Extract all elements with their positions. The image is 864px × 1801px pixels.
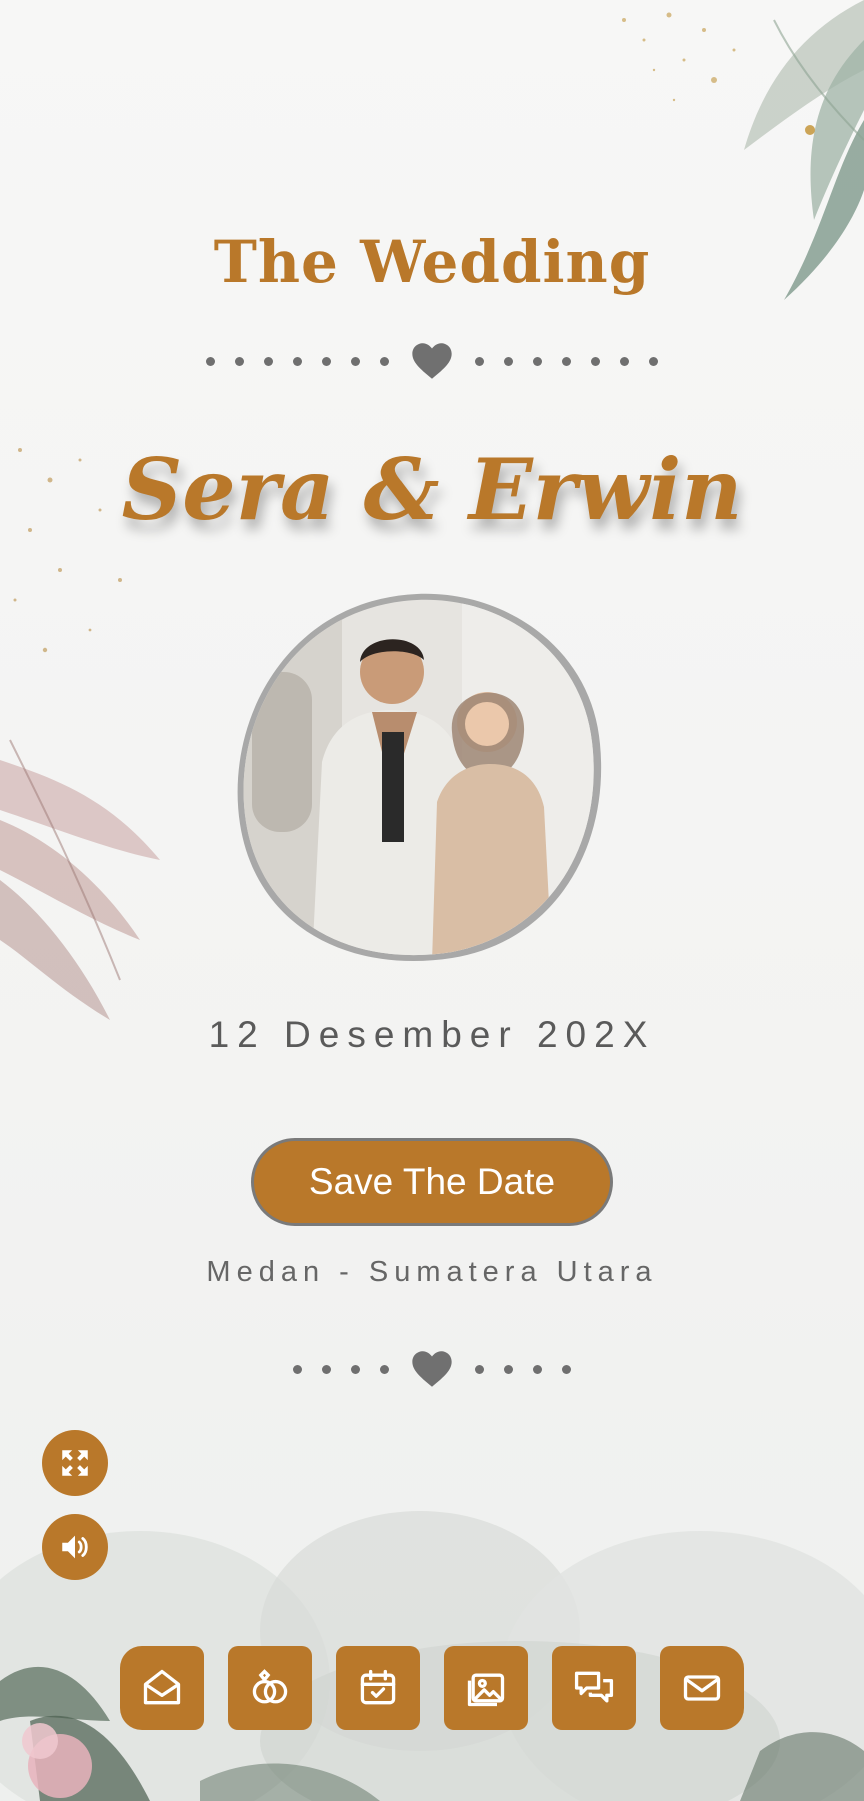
divider-dot (504, 1364, 513, 1374)
divider-dot (475, 356, 484, 366)
botanical-decoration-bottom (0, 1511, 864, 1801)
divider-bottom (0, 1350, 864, 1388)
bottom-navigation (120, 1646, 744, 1730)
wedding-title: The Wedding (213, 228, 651, 296)
nav-couple-button[interactable] (228, 1646, 312, 1730)
heart-icon (412, 1351, 452, 1387)
nav-event-button[interactable] (336, 1646, 420, 1730)
divider-dot (206, 356, 215, 366)
nav-gallery-button[interactable] (444, 1646, 528, 1730)
divider-dot (533, 1364, 542, 1374)
nav-wishes-button[interactable] (552, 1646, 636, 1730)
expand-icon (62, 1450, 88, 1476)
divider-dot (562, 1364, 571, 1374)
divider-dot (322, 356, 331, 366)
divider-dot (504, 356, 513, 366)
couple-photo (232, 592, 602, 962)
divider-dot (562, 356, 571, 366)
divider-dot (649, 356, 658, 366)
divider-dot (475, 1364, 484, 1374)
divider-dot (293, 1364, 302, 1374)
invitation-page: The Wedding Sera & Erwin 12 Desember 202… (0, 0, 864, 1801)
divider-dot (591, 356, 600, 366)
divider-dot (264, 356, 273, 366)
divider-dot (351, 1364, 360, 1374)
divider-dot (293, 356, 302, 366)
couple-names: Sera & Erwin (121, 440, 743, 539)
divider-dot (380, 356, 389, 366)
divider-dot (620, 356, 629, 366)
divider-dot (380, 1364, 389, 1374)
nav-rsvp-button[interactable] (660, 1646, 744, 1730)
chat-icon (574, 1671, 614, 1703)
music-toggle-button[interactable] (42, 1514, 108, 1580)
envelope-open-icon (143, 1669, 181, 1705)
divider-dot (322, 1364, 331, 1374)
divider-dot (235, 356, 244, 366)
event-date: 12 Desember 202X (208, 1014, 656, 1055)
heart-icon (412, 343, 452, 379)
fullscreen-button[interactable] (42, 1430, 108, 1496)
divider-dot (533, 356, 542, 366)
mail-icon (683, 1675, 721, 1701)
gallery-icon (467, 1673, 505, 1707)
divider-dot (351, 356, 360, 366)
divider-top (0, 342, 864, 380)
speaker-icon (62, 1535, 88, 1559)
event-location: Medan - Sumatera Utara (206, 1256, 658, 1288)
nav-cover-button[interactable] (120, 1646, 204, 1730)
calendar-check-icon (360, 1669, 396, 1705)
save-the-date-button[interactable]: Save The Date (251, 1138, 613, 1226)
rings-icon (252, 1669, 288, 1704)
